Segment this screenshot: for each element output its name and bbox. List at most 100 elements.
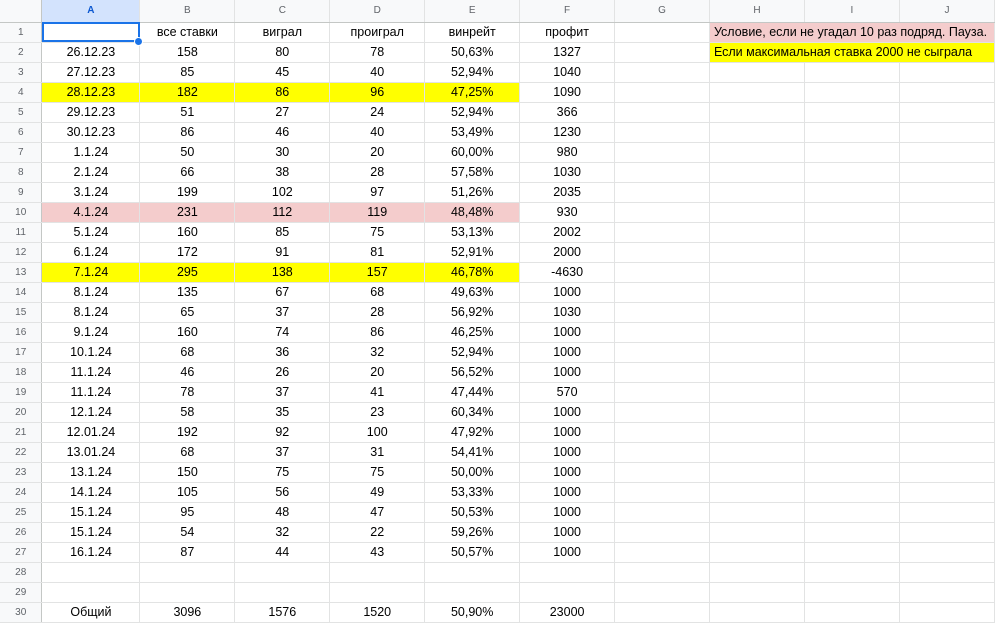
cell-won[interactable]: 32	[234, 522, 331, 543]
cell-all-bets[interactable]: 158	[139, 42, 236, 63]
cell-won[interactable]: 36	[234, 342, 331, 363]
row-header[interactable]: 30	[0, 602, 43, 623]
column-header-b[interactable]: B	[139, 0, 236, 23]
cell[interactable]	[614, 102, 710, 123]
cell[interactable]	[614, 462, 710, 483]
cell-all-bets[interactable]: 78	[139, 382, 236, 403]
cell[interactable]	[804, 62, 900, 83]
cell[interactable]	[899, 362, 995, 383]
cell-date[interactable]: 30.12.23	[41, 122, 141, 143]
cell[interactable]	[899, 342, 995, 363]
cell-won[interactable]: 1576	[234, 602, 331, 623]
cell[interactable]	[804, 82, 900, 103]
cell[interactable]	[709, 262, 805, 283]
row-header[interactable]: 2	[0, 42, 43, 63]
cell[interactable]	[804, 462, 900, 483]
cell[interactable]	[899, 162, 995, 183]
cell[interactable]	[899, 422, 995, 443]
cell-profit[interactable]	[519, 582, 616, 603]
cell-profit[interactable]: 1000	[519, 442, 616, 463]
cell-date[interactable]: 26.12.23	[41, 42, 141, 63]
cell-all-bets[interactable]: 135	[139, 282, 236, 303]
row-header[interactable]: 27	[0, 542, 43, 563]
cell-winrate[interactable]: 56,52%	[424, 362, 521, 383]
cell-lost[interactable]: 20	[329, 142, 426, 163]
cell[interactable]	[804, 142, 900, 163]
cell-lost[interactable]: 40	[329, 62, 426, 83]
cell[interactable]	[614, 422, 710, 443]
cell-profit[interactable]: 1030	[519, 302, 616, 323]
cell-lost[interactable]: 100	[329, 422, 426, 443]
column-header-g[interactable]: G	[614, 0, 710, 23]
cell-lost[interactable]: 23	[329, 402, 426, 423]
cell-all-bets[interactable]: 231	[139, 202, 236, 223]
cell[interactable]	[899, 382, 995, 403]
cell-date[interactable]: Общий	[41, 602, 141, 623]
column-header-e[interactable]: E	[424, 0, 521, 23]
cell-won[interactable]	[234, 562, 331, 583]
cell-won[interactable]: 48	[234, 502, 331, 523]
cell-won[interactable]: 92	[234, 422, 331, 443]
row-header[interactable]: 26	[0, 522, 43, 543]
cell[interactable]	[709, 482, 805, 503]
cell[interactable]	[804, 362, 900, 383]
cell[interactable]	[614, 522, 710, 543]
cell[interactable]	[614, 182, 710, 203]
cell[interactable]	[899, 202, 995, 223]
cell-profit[interactable]: 23000	[519, 602, 616, 623]
cell-won[interactable]: 86	[234, 82, 331, 103]
row-header[interactable]: 4	[0, 82, 43, 103]
row-header[interactable]: 15	[0, 302, 43, 323]
column-header-f[interactable]: F	[519, 0, 616, 23]
cell[interactable]	[709, 102, 805, 123]
cell-lost[interactable]: 43	[329, 542, 426, 563]
cell-winrate[interactable]	[424, 562, 521, 583]
cell[interactable]	[804, 422, 900, 443]
cell-lost[interactable]: 28	[329, 162, 426, 183]
cell-winrate[interactable]: 53,49%	[424, 122, 521, 143]
cell-profit[interactable]: 1090	[519, 82, 616, 103]
cell-won[interactable]: 102	[234, 182, 331, 203]
header-cell-won[interactable]: виграл	[234, 22, 331, 43]
cell-lost[interactable]: 22	[329, 522, 426, 543]
cell-profit[interactable]	[519, 562, 616, 583]
row-header[interactable]: 9	[0, 182, 43, 203]
cell-lost[interactable]: 32	[329, 342, 426, 363]
cell[interactable]	[899, 222, 995, 243]
cell-winrate[interactable]: 47,25%	[424, 82, 521, 103]
cell-all-bets[interactable]: 3096	[139, 602, 236, 623]
cell-date[interactable]: 14.1.24	[41, 482, 141, 503]
cell[interactable]	[899, 322, 995, 343]
cell[interactable]	[614, 542, 710, 563]
cell[interactable]	[804, 302, 900, 323]
column-header-a[interactable]: A	[41, 0, 141, 23]
cell-won[interactable]: 74	[234, 322, 331, 343]
row-header[interactable]: 22	[0, 442, 43, 463]
cell-lost[interactable]: 68	[329, 282, 426, 303]
cell[interactable]	[614, 22, 710, 43]
cell-won[interactable]: 91	[234, 242, 331, 263]
column-header-c[interactable]: C	[234, 0, 331, 23]
cell-lost[interactable]	[329, 562, 426, 583]
cell-all-bets[interactable]: 160	[139, 222, 236, 243]
cell[interactable]	[804, 602, 900, 623]
cell[interactable]	[614, 42, 710, 63]
cell-winrate[interactable]: 46,78%	[424, 262, 521, 283]
cell-profit[interactable]: 570	[519, 382, 616, 403]
cell-winrate[interactable]: 46,25%	[424, 322, 521, 343]
cell-date[interactable]: 2.1.24	[41, 162, 141, 183]
cell[interactable]	[804, 522, 900, 543]
cell[interactable]	[804, 542, 900, 563]
cell[interactable]	[804, 182, 900, 203]
cell-all-bets[interactable]: 66	[139, 162, 236, 183]
header-cell-winrate[interactable]: винрейт	[424, 22, 521, 43]
cell-profit[interactable]: -4630	[519, 262, 616, 283]
column-header-d[interactable]: D	[329, 0, 426, 23]
cell[interactable]	[709, 602, 805, 623]
cell-won[interactable]: 35	[234, 402, 331, 423]
cell[interactable]	[899, 462, 995, 483]
cell-profit[interactable]: 2035	[519, 182, 616, 203]
cell[interactable]	[899, 602, 995, 623]
cell[interactable]	[804, 502, 900, 523]
cell[interactable]	[709, 142, 805, 163]
